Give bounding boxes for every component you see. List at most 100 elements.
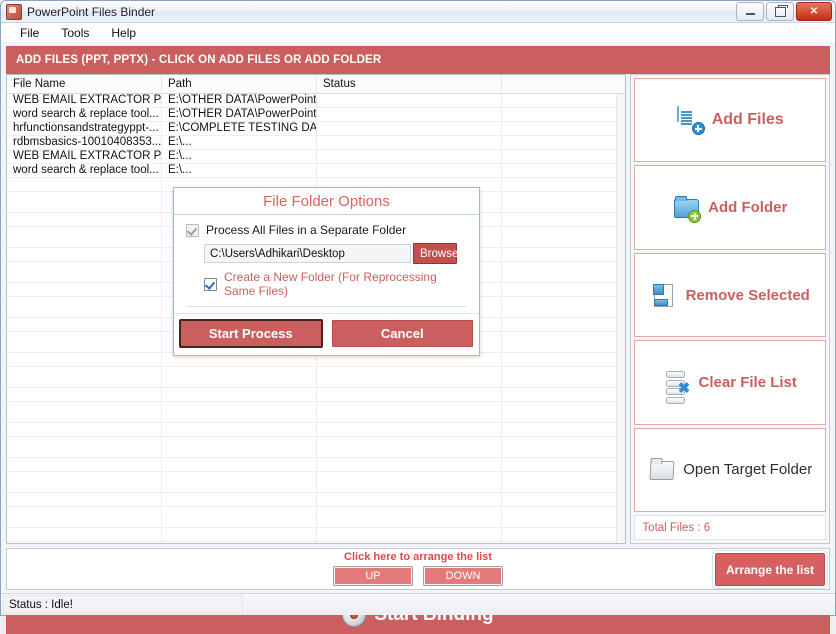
title-bar: PowerPoint Files Binder ✕ <box>1 1 835 23</box>
add-folder-button[interactable]: Add Folder <box>634 165 826 250</box>
table-row[interactable]: WEB EMAIL EXTRACTOR P... E:\OTHER DATA\Po… <box>7 94 626 108</box>
move-up-button[interactable]: UP <box>333 566 413 586</box>
table-cell <box>7 192 162 212</box>
table-cell <box>7 458 162 471</box>
table-cell <box>7 178 162 191</box>
table-cell <box>502 248 625 261</box>
table-row-empty[interactable] <box>7 507 626 528</box>
create-new-folder-checkbox[interactable] <box>204 277 217 291</box>
table-cell <box>162 388 317 401</box>
add-files-button[interactable]: Add Files <box>634 78 826 163</box>
table-cell <box>502 122 625 135</box>
column-header-extra[interactable] <box>502 75 625 94</box>
table-cell <box>317 367 502 387</box>
table-cell <box>502 493 625 506</box>
new-folder-row[interactable]: Create a New Folder (For Reprocessing Sa… <box>204 270 467 298</box>
minimize-button[interactable] <box>736 2 764 21</box>
maximize-button[interactable] <box>766 2 794 21</box>
column-header-path[interactable]: Path <box>162 75 317 94</box>
total-files-count: Total Files : 6 <box>634 515 826 541</box>
table-cell: E:\... <box>162 150 317 163</box>
table-cell <box>7 283 162 296</box>
add-folder-label: Add Folder <box>708 199 788 217</box>
table-cell: E:\... <box>162 136 317 149</box>
destination-path-input[interactable]: C:\Users\Adhikari\Desktop <box>204 244 411 263</box>
open-folder-icon <box>648 457 675 483</box>
column-header-status[interactable]: Status <box>317 75 502 94</box>
browse-button[interactable]: Browse <box>413 243 458 264</box>
open-target-folder-button[interactable]: Open Target Folder <box>634 427 826 513</box>
clear-file-list-button[interactable]: ✖ Clear File List <box>634 340 826 425</box>
clear-file-list-label: Clear File List <box>698 373 797 391</box>
table-row-empty[interactable] <box>7 367 626 388</box>
table-cell <box>7 213 162 226</box>
application-window: PowerPoint Files Binder ✕ File Tools Hel… <box>0 0 836 634</box>
table-cell <box>502 283 625 296</box>
window-title: PowerPoint Files Binder <box>27 4 156 19</box>
table-cell <box>502 542 625 543</box>
table-cell <box>317 108 502 121</box>
table-cell <box>317 493 502 506</box>
separate-folder-label: Process All Files in a Separate Folder <box>206 223 407 237</box>
table-row-empty[interactable] <box>7 458 626 472</box>
table-row-empty[interactable] <box>7 472 626 493</box>
table-row-empty[interactable] <box>7 437 626 458</box>
status-bar: Status : Idle! <box>1 593 835 615</box>
table-row[interactable]: WEB EMAIL EXTRACTOR P... E:\... <box>7 150 626 164</box>
table-cell <box>502 318 625 331</box>
table-cell <box>162 542 317 543</box>
table-cell <box>162 458 317 471</box>
main-content: ADD FILES (PPT, PPTX) - CLICK ON ADD FIL… <box>1 42 835 634</box>
table-cell <box>7 437 162 457</box>
table-row-empty[interactable] <box>7 493 626 507</box>
table-cell <box>502 227 625 247</box>
file-list-header: File Name Path Status <box>7 75 626 94</box>
table-cell: WEB EMAIL EXTRACTOR P... <box>7 150 162 163</box>
table-cell <box>502 353 625 366</box>
table-cell <box>162 423 317 436</box>
table-cell <box>317 423 502 436</box>
table-row-empty[interactable] <box>7 402 626 423</box>
arrange-the-list-button[interactable]: Arrange the list <box>715 553 825 586</box>
table-cell <box>317 437 502 457</box>
table-cell <box>7 402 162 422</box>
remove-selected-button[interactable]: Remove Selected <box>634 252 826 338</box>
table-row[interactable]: word search & replace tool... E:\OTHER DA… <box>7 108 626 122</box>
table-row[interactable]: rdbmsbasics-10010408353... E:\... <box>7 136 626 150</box>
table-cell <box>162 402 317 422</box>
start-process-button[interactable]: Start Process <box>179 319 323 348</box>
dialog-footer: Start Process Cancel <box>174 313 479 355</box>
menu-tools[interactable]: Tools <box>52 24 98 42</box>
table-cell <box>7 318 162 331</box>
table-cell <box>502 262 625 282</box>
close-button[interactable]: ✕ <box>796 2 832 21</box>
table-cell <box>502 178 625 191</box>
separate-folder-checkbox[interactable] <box>186 223 199 237</box>
table-cell <box>317 94 502 107</box>
table-row[interactable]: hrfunctionsandstrategyppt-... E:\COMPLETE… <box>7 122 626 136</box>
separate-folder-row[interactable]: Process All Files in a Separate Folder <box>186 223 467 237</box>
action-panel: Add Files Add Folder Remove Selected ✖ C… <box>630 74 830 544</box>
table-cell <box>502 507 625 527</box>
table-cell <box>502 213 625 226</box>
app-icon <box>6 3 22 20</box>
table-row-empty[interactable] <box>7 388 626 402</box>
menu-help[interactable]: Help <box>102 24 145 42</box>
table-row-empty[interactable] <box>7 423 626 437</box>
table-cell <box>317 122 502 135</box>
cancel-button[interactable]: Cancel <box>331 320 473 347</box>
table-cell <box>162 528 317 541</box>
move-down-button[interactable]: DOWN <box>423 566 503 586</box>
table-cell: E:\... <box>162 164 317 177</box>
table-cell <box>7 248 162 261</box>
column-header-file-name[interactable]: File Name <box>7 75 162 94</box>
table-row-empty[interactable] <box>7 528 626 542</box>
menu-file[interactable]: File <box>11 24 48 42</box>
table-cell <box>317 402 502 422</box>
table-cell <box>502 164 625 177</box>
table-cell: word search & replace tool... <box>7 164 162 177</box>
table-cell <box>502 94 625 107</box>
file-list-scrollbar[interactable] <box>616 94 626 543</box>
table-row[interactable]: word search & replace tool... E:\... <box>7 164 626 178</box>
table-row-empty[interactable] <box>7 542 625 543</box>
